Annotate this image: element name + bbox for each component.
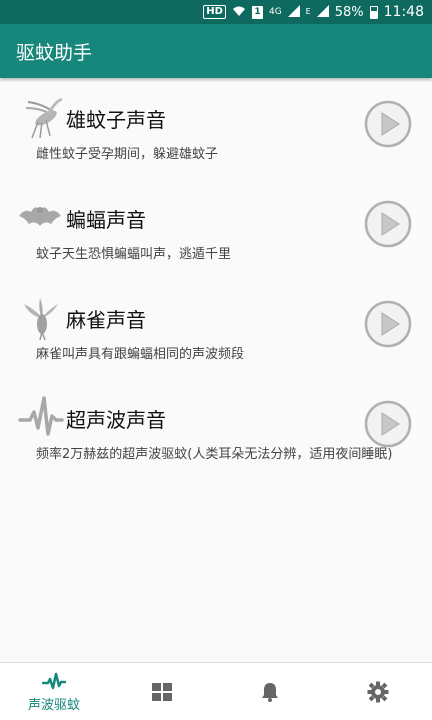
nav-item-settings[interactable] [324, 663, 432, 720]
battery-icon [369, 5, 378, 19]
hd-indicator: HD [203, 5, 226, 19]
nav-item-sound-repel[interactable]: 声波驱蚊 [0, 663, 108, 720]
nav-label: 声波驱蚊 [27, 698, 80, 713]
wifi-icon [232, 5, 246, 20]
pulse-wave-icon [42, 672, 66, 690]
item-description: 雌性蚊子受孕期间，躲避雄蚊子 [36, 147, 219, 162]
list-item[interactable]: 雄蚊子声音 雌性蚊子受孕期间，躲避雄蚊子 [0, 78, 432, 178]
signal-icon [287, 4, 300, 20]
app-title: 驱蚊助手 [16, 41, 93, 64]
bottom-navigation: 声波驱蚊 [0, 662, 432, 720]
item-description: 蚊子天生恐惧蝙蝠叫声，逃遁千里 [36, 247, 232, 262]
item-title: 蝙蝠声音 [66, 208, 146, 232]
item-title: 麻雀声音 [66, 308, 146, 332]
status-bar: HD 1 4G E 58% 11:48 [0, 0, 432, 24]
sound-list: 雄蚊子声音 雌性蚊子受孕期间，躲避雄蚊子 蝙蝠声音 蚊子天生恐惧蝙蝠叫声，逃遁千… [0, 78, 432, 478]
list-item[interactable]: 超声波声音 频率2万赫兹的超声波驱蚊(人类耳朵无法分辨，适用夜间睡眠) [0, 378, 432, 478]
item-description: 频率2万赫兹的超声波驱蚊(人类耳朵无法分辨，适用夜间睡眠) [36, 447, 393, 462]
bat-icon [19, 207, 61, 226]
play-button[interactable] [364, 100, 412, 148]
gear-icon [367, 681, 389, 702]
list-item[interactable]: 麻雀声音 麻雀叫声具有跟蝙蝠相同的声波频段 [0, 278, 432, 378]
nav-item-notifications[interactable] [216, 663, 324, 720]
network-type-secondary: E [305, 7, 311, 16]
ultrasonic-wave-icon [18, 396, 64, 436]
play-button[interactable] [364, 200, 412, 248]
list-item[interactable]: 蝙蝠声音 蚊子天生恐惧蝙蝠叫声，逃遁千里 [0, 178, 432, 278]
item-description: 麻雀叫声具有跟蝙蝠相同的声波频段 [36, 347, 245, 362]
bell-icon [262, 682, 278, 702]
sim-icon: 1 [251, 5, 263, 19]
nav-item-grid[interactable] [108, 663, 216, 720]
mosquito-icon [25, 98, 63, 139]
item-title: 雄蚊子声音 [66, 108, 166, 132]
item-title: 超声波声音 [66, 408, 166, 432]
signal-icon-secondary [316, 4, 329, 20]
sparrow-icon [24, 298, 58, 340]
network-type: 4G [268, 7, 282, 17]
play-button[interactable] [364, 400, 412, 448]
grid-icon [152, 682, 172, 701]
app-bar: 驱蚊助手 [0, 24, 432, 78]
play-button[interactable] [364, 300, 412, 348]
clock: 11:48 [383, 4, 424, 20]
battery-percent: 58% [334, 4, 364, 20]
